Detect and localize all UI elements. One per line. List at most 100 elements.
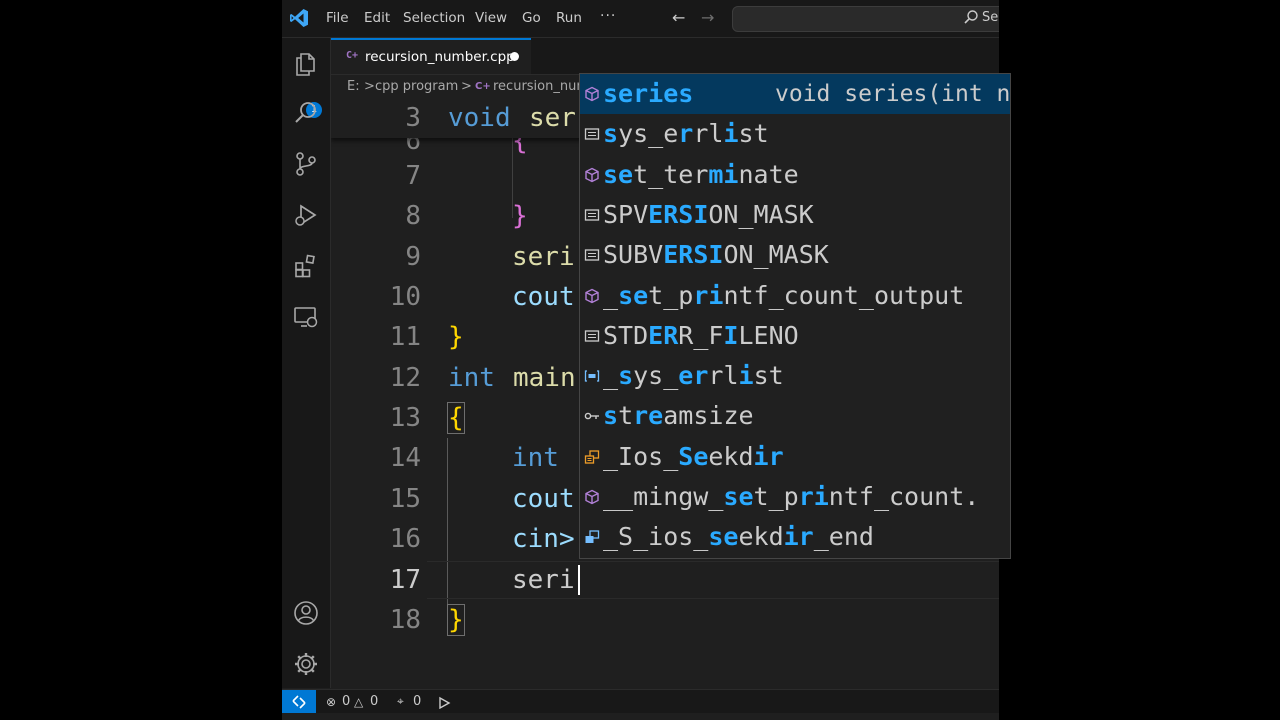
suggestion-label: SUBVERSION_MASK bbox=[603, 240, 829, 270]
menu-go[interactable]: Go bbox=[522, 10, 541, 26]
suggestion-item[interactable]: _sys_errlist bbox=[580, 356, 1010, 396]
suggestion-item[interactable]: streamsize bbox=[580, 396, 1010, 436]
explorer-icon[interactable] bbox=[292, 50, 320, 78]
suggest-widget: series void series(int n sys_errlist set_te… bbox=[579, 73, 1011, 559]
typedef-icon bbox=[584, 408, 600, 424]
suggestion-label: SPVERSION_MASK bbox=[603, 199, 814, 229]
function-name: main bbox=[513, 363, 576, 393]
line-number: 8 bbox=[405, 201, 421, 231]
window-bottom-edge bbox=[282, 713, 999, 720]
cpp-file-icon: C+ bbox=[346, 50, 359, 61]
suggestion-label: STDERR_FILENO bbox=[603, 320, 799, 350]
error-count[interactable]: 0 bbox=[342, 694, 350, 709]
line-number: 11 bbox=[389, 322, 421, 352]
suggestion-item[interactable]: _S_ios_seekdir_end bbox=[580, 517, 1010, 557]
suggestion-label: streamsize bbox=[603, 401, 754, 431]
suggestion-item[interactable]: STDERR_FILENO bbox=[580, 316, 1010, 356]
title-bar: File Edit Selection View Go Run ··· ← → … bbox=[282, 0, 999, 38]
code-text: seri bbox=[512, 242, 575, 272]
command-center-search[interactable] bbox=[732, 6, 999, 32]
warning-count[interactable]: 0 bbox=[370, 694, 378, 709]
vscode-logo-icon bbox=[290, 9, 308, 27]
field-icon bbox=[584, 247, 600, 263]
line-number: 10 bbox=[389, 282, 421, 312]
account-icon[interactable] bbox=[292, 599, 320, 627]
method-icon bbox=[584, 489, 600, 505]
remote-indicator[interactable] bbox=[282, 690, 316, 714]
text-cursor bbox=[578, 565, 580, 595]
menu-file[interactable]: File bbox=[326, 10, 349, 26]
unsaved-dot-icon[interactable] bbox=[510, 52, 519, 61]
error-icon: ⊗ bbox=[326, 695, 337, 709]
code-text: cin> bbox=[512, 524, 575, 554]
keyword-int: int bbox=[512, 443, 559, 473]
line-number: 16 bbox=[389, 524, 421, 554]
menu-run[interactable]: Run bbox=[556, 10, 582, 26]
run-debug-icon[interactable] bbox=[292, 201, 320, 229]
suggestion-label: sys_errlist bbox=[603, 119, 769, 149]
search-view-icon[interactable] bbox=[292, 99, 320, 127]
suggestion-label: _set_printf_count_output bbox=[603, 280, 965, 310]
extensions-icon[interactable] bbox=[292, 252, 320, 280]
suggestion-label: set_terminate bbox=[603, 159, 799, 189]
suggestion-item[interactable]: __mingw_set_printf_count. bbox=[580, 477, 1010, 517]
run-icon[interactable] bbox=[437, 696, 452, 709]
suggestion-label: series bbox=[603, 79, 694, 108]
enum-icon bbox=[584, 449, 600, 465]
suggestion-item[interactable]: sys_errlist bbox=[580, 114, 1010, 154]
suggestion-label: _Ios_Seekdir bbox=[603, 441, 784, 471]
line-number: 15 bbox=[389, 484, 421, 514]
line-number-active: 17 bbox=[389, 565, 421, 595]
field-icon bbox=[584, 126, 600, 142]
breadcrumb-file[interactable]: recursion_num bbox=[493, 79, 589, 94]
line-number: 18 bbox=[389, 605, 421, 635]
search-label: Sea bbox=[982, 10, 999, 25]
method-icon bbox=[584, 288, 600, 304]
suggestion-label: __mingw_set_printf_count. bbox=[603, 482, 980, 511]
line-number: 14 bbox=[389, 443, 421, 473]
status-bar: ⊗ 0 △ 0 ⌖ 0 bbox=[282, 689, 999, 714]
suggestion-item[interactable]: _set_printf_count_output bbox=[580, 276, 1010, 316]
suggestion-label: _S_ios_seekdir_end bbox=[603, 522, 874, 552]
suggestion-item[interactable]: series void series(int n bbox=[580, 74, 1010, 114]
menu-more-button[interactable]: ··· bbox=[600, 8, 616, 24]
function-name: ser bbox=[529, 103, 576, 133]
breadcrumb-drive[interactable]: E: bbox=[347, 79, 360, 94]
line-number: 12 bbox=[389, 363, 421, 393]
ports-count[interactable]: 0 bbox=[413, 694, 421, 709]
line-number: 3 bbox=[405, 103, 421, 133]
suggestion-item[interactable]: _Ios_Seekdir bbox=[580, 437, 1010, 477]
tab-recursion-number[interactable]: C+ recursion_number.cpp bbox=[331, 38, 531, 74]
suggestion-item[interactable]: set_terminate bbox=[580, 155, 1010, 195]
back-arrow-icon[interactable]: ← bbox=[672, 8, 685, 27]
enum-member-icon bbox=[584, 529, 600, 545]
menu-edit[interactable]: Edit bbox=[364, 10, 390, 26]
field-icon bbox=[584, 328, 600, 344]
search-icon bbox=[964, 10, 978, 24]
menu-view[interactable]: View bbox=[475, 10, 507, 26]
breadcrumb-folder[interactable]: cpp program bbox=[375, 79, 458, 94]
suggestion-detail: void series(int n bbox=[775, 81, 1011, 107]
suggestion-item[interactable]: SPVERSION_MASK bbox=[580, 195, 1010, 235]
brace-match: { bbox=[447, 402, 465, 434]
remote-icon bbox=[292, 695, 306, 709]
remote-explorer-icon[interactable] bbox=[292, 303, 320, 331]
line-number: 13 bbox=[389, 403, 421, 433]
method-icon bbox=[584, 86, 600, 102]
forward-arrow-icon[interactable]: → bbox=[701, 8, 714, 27]
activity-bar: 1 bbox=[282, 38, 331, 688]
cpp-file-icon: C+ bbox=[475, 81, 491, 92]
settings-gear-icon[interactable] bbox=[292, 650, 320, 678]
brace: } bbox=[448, 322, 464, 352]
source-control-icon[interactable] bbox=[292, 150, 320, 178]
field-icon bbox=[584, 207, 600, 223]
tab-label: recursion_number.cpp bbox=[365, 49, 515, 65]
editor-tabs: C+ recursion_number.cpp bbox=[331, 38, 999, 75]
suggestion-item[interactable]: SUBVERSION_MASK bbox=[580, 235, 1010, 275]
menu-selection[interactable]: Selection bbox=[403, 10, 465, 26]
line-number: 7 bbox=[405, 161, 421, 191]
brace: } bbox=[512, 201, 528, 231]
method-icon bbox=[584, 167, 600, 183]
chevron-right-icon: > bbox=[461, 79, 472, 94]
keyword-void: void bbox=[448, 103, 511, 133]
